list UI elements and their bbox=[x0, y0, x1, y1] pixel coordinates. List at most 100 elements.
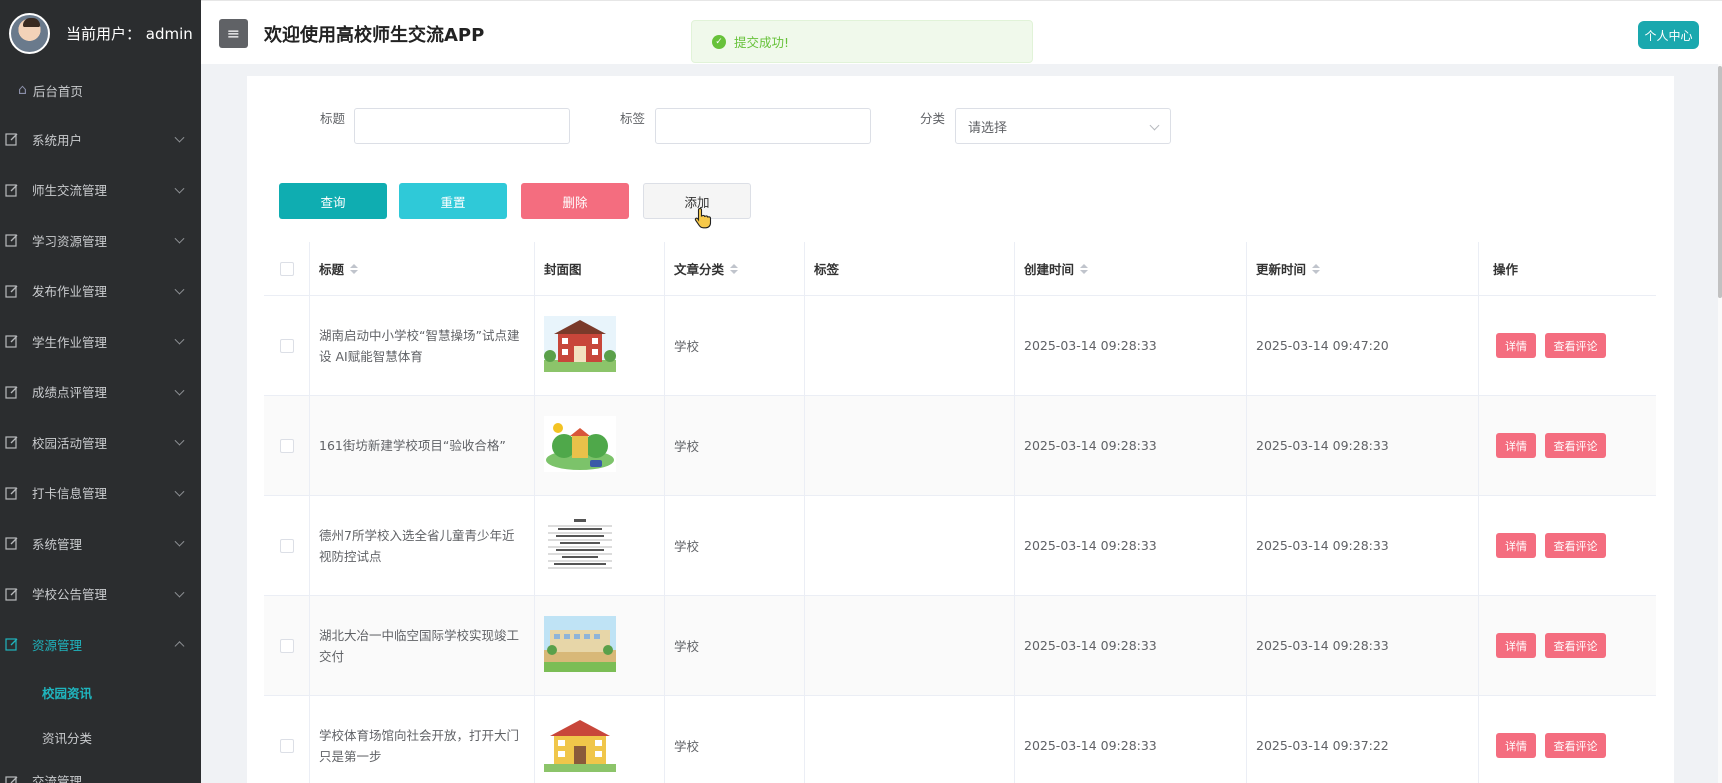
sidebar-item-label: 系统管理 bbox=[32, 536, 83, 552]
sidebar-subitem-news-category[interactable]: 资讯分类 bbox=[0, 715, 201, 760]
created-cell: 2025-03-14 09:28:33 bbox=[1015, 496, 1247, 595]
title-filter-input[interactable] bbox=[354, 108, 570, 144]
success-toast: ✓ 提交成功! bbox=[691, 20, 1033, 63]
sidebar-item-9[interactable]: 学校公告管理 bbox=[0, 569, 201, 620]
sort-icon[interactable] bbox=[730, 263, 739, 274]
header-tags: 标签 bbox=[805, 242, 1015, 295]
sidebar-item-5[interactable]: 成绩点评管理 bbox=[0, 367, 201, 418]
sidebar-item-1[interactable]: 师生交流管理 bbox=[0, 165, 201, 216]
sidebar-item-10[interactable]: 资源管理 bbox=[0, 619, 201, 670]
delete-button[interactable]: 删除 bbox=[521, 183, 629, 219]
edit-icon bbox=[4, 233, 19, 248]
row-title: 学校体育场馆向社会开放，打开大门只是第一步 bbox=[319, 727, 520, 764]
category-cell: 学校 bbox=[665, 496, 805, 595]
sort-icon[interactable] bbox=[1312, 263, 1321, 274]
row-checkbox[interactable] bbox=[279, 438, 294, 453]
table-header-row: 标题 封面图 文章分类 标签 创建时间 更新时间 操作 bbox=[264, 242, 1656, 296]
row-checkbox[interactable] bbox=[279, 638, 294, 653]
cover-cell bbox=[535, 396, 665, 495]
category-select-placeholder: 请选择 bbox=[968, 120, 1008, 136]
sort-icon[interactable] bbox=[1080, 263, 1089, 274]
updated-cell: 2025-03-14 09:28:33 bbox=[1247, 596, 1479, 695]
sidebar-subitem-label: 资讯分类 bbox=[42, 730, 93, 746]
edit-icon bbox=[4, 132, 19, 147]
sidebar-item-2[interactable]: 学习资源管理 bbox=[0, 215, 201, 266]
sidebar-item-7[interactable]: 打卡信息管理 bbox=[0, 468, 201, 519]
detail-button[interactable]: 详情 bbox=[1496, 333, 1536, 358]
row-checkbox[interactable] bbox=[279, 338, 294, 353]
title-cell: 湖南启动中小学校“智慧操场”试点建设 AI赋能智慧体育 bbox=[310, 296, 535, 395]
select-all-checkbox[interactable] bbox=[279, 261, 294, 276]
chevron-down-icon bbox=[174, 183, 185, 194]
top-header: ≡ 欢迎使用高校师生交流APP ✓ 提交成功! 个人中心 bbox=[201, 0, 1722, 64]
view-comments-button[interactable]: 查看评论 bbox=[1545, 633, 1606, 658]
row-created: 2025-03-14 09:28:33 bbox=[1024, 738, 1157, 753]
row-checkbox[interactable] bbox=[279, 738, 294, 753]
detail-button[interactable]: 详情 bbox=[1496, 633, 1536, 658]
cover-cell bbox=[535, 496, 665, 595]
sidebar-item-6[interactable]: 校园活动管理 bbox=[0, 417, 201, 468]
detail-button[interactable]: 详情 bbox=[1496, 433, 1536, 458]
current-user-label: 当前用户： admin bbox=[66, 24, 193, 43]
edit-icon bbox=[4, 334, 19, 349]
header-cover: 封面图 bbox=[535, 242, 665, 295]
title-cell: 学校体育场馆向社会开放，打开大门只是第一步 bbox=[310, 696, 535, 783]
cover-image bbox=[544, 716, 616, 775]
reset-button[interactable]: 重置 bbox=[399, 183, 507, 219]
sidebar-item-3[interactable]: 发布作业管理 bbox=[0, 266, 201, 317]
sidebar-item-4[interactable]: 学生作业管理 bbox=[0, 316, 201, 367]
sort-icon[interactable] bbox=[350, 263, 359, 274]
tags-cell bbox=[805, 496, 1015, 595]
query-button[interactable]: 查询 bbox=[279, 183, 387, 219]
toast-message: 提交成功! bbox=[734, 35, 790, 50]
sidebar-subitem-campus-news[interactable]: 校园资讯 bbox=[0, 670, 201, 715]
row-updated: 2025-03-14 09:37:22 bbox=[1256, 738, 1389, 753]
category-filter-label: 分类 bbox=[920, 111, 946, 126]
header-title-text: 标题 bbox=[319, 262, 345, 277]
sidebar-item-0[interactable]: 系统用户 bbox=[0, 114, 201, 165]
table-row: 湖北大冶一中临空国际学校实现竣工交付 学校 2025-03-14 09:28:33 2… bbox=[264, 596, 1656, 696]
sidebar-item-home[interactable]: ⌂ 后台首页 bbox=[0, 66, 201, 114]
row-updated: 2025-03-14 09:28:33 bbox=[1256, 438, 1389, 453]
content-card: 标题 标签 分类 请选择 查询 重置 删除 添加 标题 封面图 文章分类 标签 … bbox=[247, 76, 1674, 783]
view-comments-button[interactable]: 查看评论 bbox=[1545, 533, 1606, 558]
edit-icon bbox=[4, 384, 19, 399]
category-cell: 学校 bbox=[665, 396, 805, 495]
profile-button[interactable]: 个人中心 bbox=[1638, 21, 1699, 49]
tag-filter-input[interactable] bbox=[655, 108, 871, 144]
view-comments-button[interactable]: 查看评论 bbox=[1545, 433, 1606, 458]
sidebar-subitem-label: 校园资讯 bbox=[42, 685, 93, 701]
row-checkbox[interactable] bbox=[279, 538, 294, 553]
table-row: 德州7所学校入选全省儿童青少年近视防控试点 学校 2025-03-14 09:28:… bbox=[264, 496, 1656, 596]
header-updated[interactable]: 更新时间 bbox=[1247, 242, 1479, 295]
scrollbar-thumb[interactable] bbox=[1718, 66, 1722, 298]
category-select[interactable]: 请选择 bbox=[955, 108, 1171, 144]
sidebar-item-label: 成绩点评管理 bbox=[32, 385, 108, 401]
chevron-down-icon bbox=[174, 587, 185, 598]
sidebar: 当前用户： admin ⌂ 后台首页 系统用户 师生交流管理 学习资源管理 发布作业管… bbox=[0, 0, 201, 783]
chevron-down-icon bbox=[174, 536, 185, 547]
tags-cell bbox=[805, 696, 1015, 783]
hamburger-icon[interactable]: ≡ bbox=[219, 19, 248, 48]
edit-icon bbox=[4, 536, 19, 551]
updated-cell: 2025-03-14 09:28:33 bbox=[1247, 496, 1479, 595]
header-category[interactable]: 文章分类 bbox=[665, 242, 805, 295]
row-updated: 2025-03-14 09:28:33 bbox=[1256, 538, 1389, 553]
sidebar-item-exchange[interactable]: 交流管理 bbox=[0, 760, 201, 783]
cover-cell bbox=[535, 696, 665, 783]
title-filter-label: 标题 bbox=[320, 111, 346, 126]
row-title: 湖南启动中小学校“智慧操场”试点建设 AI赋能智慧体育 bbox=[319, 327, 520, 364]
detail-button[interactable]: 详情 bbox=[1496, 733, 1536, 758]
detail-button[interactable]: 详情 bbox=[1496, 533, 1536, 558]
view-comments-button[interactable]: 查看评论 bbox=[1545, 333, 1606, 358]
row-category: 学校 bbox=[674, 339, 700, 354]
header-title[interactable]: 标题 bbox=[310, 242, 535, 295]
sidebar-item-8[interactable]: 系统管理 bbox=[0, 518, 201, 569]
view-comments-button[interactable]: 查看评论 bbox=[1545, 733, 1606, 758]
check-circle-icon: ✓ bbox=[712, 34, 726, 49]
sidebar-item-label: 打卡信息管理 bbox=[32, 486, 108, 502]
chevron-down-icon bbox=[174, 233, 185, 244]
category-cell: 学校 bbox=[665, 296, 805, 395]
sidebar-item-label: 交流管理 bbox=[32, 773, 83, 783]
header-created[interactable]: 创建时间 bbox=[1015, 242, 1247, 295]
